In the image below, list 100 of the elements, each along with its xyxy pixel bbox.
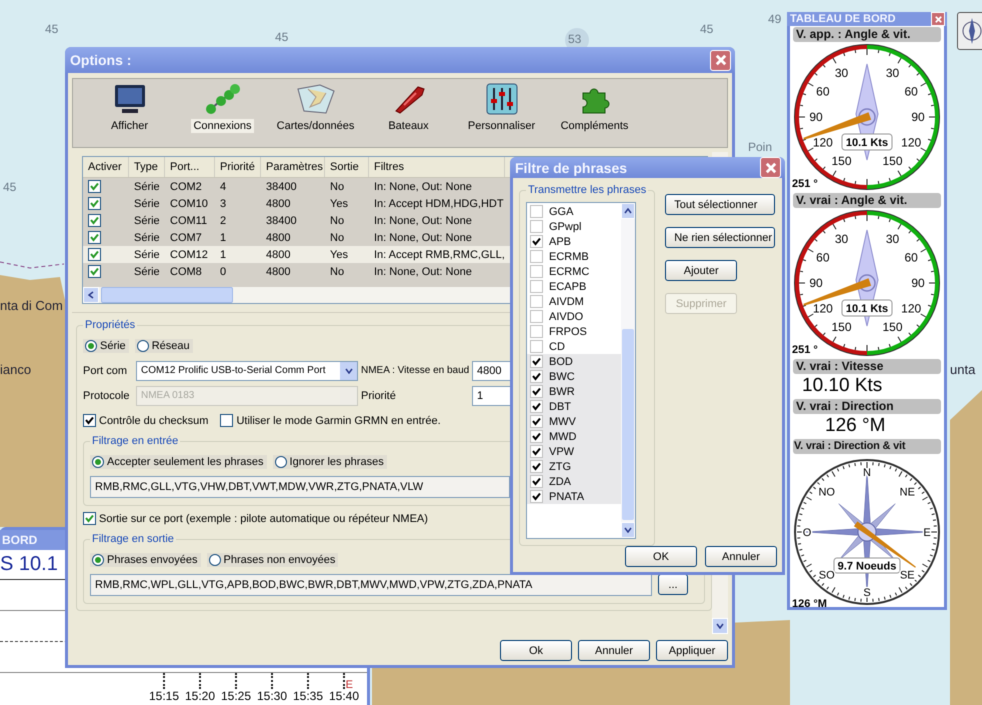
radio-option[interactable]: Série	[83, 338, 129, 352]
checkbox[interactable]	[88, 197, 101, 210]
category-tab[interactable]: Afficher	[83, 83, 176, 147]
column-header[interactable]: Filtres	[369, 157, 505, 177]
checkbox[interactable]	[530, 370, 543, 383]
sentence-field[interactable]: RMB,RMC,GLL,VTG,VHW,DBT,VWT,MDW,VWR,ZTG,PNATA,VLW	[90, 476, 510, 498]
sentence-item[interactable]: MWD	[527, 429, 621, 444]
sentence-item[interactable]: BWC	[527, 369, 621, 384]
field-label: Port com	[83, 364, 128, 376]
port-dropdown[interactable]: COM12 Prolific USB-to-Serial Comm Port	[136, 360, 358, 380]
checkbox[interactable]	[530, 265, 543, 278]
column-header[interactable]: Sortie	[325, 157, 369, 177]
sentence-item[interactable]: PNATA	[527, 489, 621, 504]
sentence-item[interactable]: GPwpl	[527, 219, 621, 234]
category-tab[interactable]: Compléments	[548, 83, 641, 147]
checkbox[interactable]	[83, 414, 96, 427]
checkbox[interactable]	[530, 400, 543, 413]
sentence-item[interactable]: ZTG	[527, 459, 621, 474]
table-cell-text: In: None, Out: None	[373, 180, 473, 192]
time-axis-label: 15:40	[328, 689, 360, 703]
sentence-item[interactable]: VPW	[527, 444, 621, 459]
checkbox[interactable]	[83, 512, 96, 525]
sentence-item[interactable]: DBT	[527, 399, 621, 414]
sentence-item[interactable]: CD	[527, 339, 621, 354]
checkbox[interactable]	[88, 214, 101, 227]
checkbox[interactable]	[530, 415, 543, 428]
column-header[interactable]: Paramètres	[261, 157, 325, 177]
dialog-button[interactable]: Ok	[500, 640, 572, 661]
checkbox[interactable]	[530, 235, 543, 248]
checkbox[interactable]	[88, 231, 101, 244]
browse-button[interactable]: ...	[658, 574, 688, 595]
sentence-item[interactable]: MWV	[527, 414, 621, 429]
radio-option[interactable]: Accepter seulement les phrases	[90, 454, 267, 468]
checkbox[interactable]	[530, 460, 543, 473]
radio-option[interactable]: Phrases envoyées	[90, 552, 200, 566]
radio-option[interactable]: Ignorer les phrases	[272, 454, 387, 468]
checkbox[interactable]	[530, 430, 543, 443]
checkbox[interactable]	[530, 220, 543, 233]
sentence-item[interactable]: GGA	[527, 204, 621, 219]
checkbox[interactable]	[530, 205, 543, 218]
sentence-field[interactable]: RMB,RMC,WPL,GLL,VTG,APB,BOD,BWC,BWR,DBT,MWV,MWD,VPW,ZTG,ZDA,PNATA	[90, 574, 652, 596]
radio-option[interactable]: Réseau	[134, 338, 193, 352]
close-icon	[714, 53, 728, 67]
vertical-scrollbar[interactable]	[621, 203, 635, 538]
dial-label: 150	[882, 154, 903, 168]
checkbox[interactable]	[530, 475, 543, 488]
sentence-item[interactable]: ECRMB	[527, 249, 621, 264]
checkbox[interactable]	[220, 414, 234, 427]
column-header[interactable]: Activer	[83, 157, 129, 177]
checkbox[interactable]	[530, 385, 543, 398]
sentence-item[interactable]: FRPOS	[527, 324, 621, 339]
close-button[interactable]	[931, 12, 945, 26]
dialog-button[interactable]: Appliquer	[656, 640, 728, 661]
action-button[interactable]: Tout sélectionner	[665, 194, 776, 215]
grid-tick	[271, 673, 273, 689]
dialog-button[interactable]: OK	[625, 546, 697, 567]
map-label: unta	[950, 362, 976, 377]
sentence-item[interactable]: ECAPB	[527, 279, 621, 294]
checkbox[interactable]	[530, 355, 543, 368]
sentence-item[interactable]: BOD	[527, 354, 621, 369]
sentence-item[interactable]: AIVDM	[527, 294, 621, 309]
column-header[interactable]: Priorité	[215, 157, 261, 177]
close-button[interactable]	[710, 50, 731, 70]
sentence-item[interactable]: ECRMC	[527, 264, 621, 279]
category-tab[interactable]: Connexions	[176, 83, 269, 147]
checkbox[interactable]	[530, 295, 543, 308]
sentence-item[interactable]: AIVDO	[527, 309, 621, 324]
checkbox[interactable]	[530, 490, 543, 503]
close-button[interactable]	[760, 157, 781, 178]
checkbox[interactable]	[88, 248, 101, 261]
category-tab[interactable]: Cartes/données	[269, 83, 362, 147]
radio-option[interactable]: Phrases non envoyées	[206, 552, 338, 566]
checkbox[interactable]	[530, 340, 543, 353]
column-header[interactable]: Port...	[165, 157, 215, 177]
category-tab[interactable]: Bateaux	[362, 83, 455, 147]
window-title: Filtre de phrases	[515, 160, 628, 176]
dial-label: 60	[816, 84, 830, 98]
action-button[interactable]: Ajouter	[665, 260, 738, 281]
dialog-button[interactable]: Annuler	[705, 546, 777, 567]
checkbox-label[interactable]: Contrôle du checksum	[83, 414, 208, 427]
field-label: NMEA : Vitesse en baud	[361, 365, 469, 376]
checkbox[interactable]	[530, 250, 543, 263]
dialog-button[interactable]: Annuler	[578, 640, 650, 661]
column-header[interactable]: Type	[129, 157, 165, 177]
sentence-item[interactable]: ZDA	[527, 474, 621, 489]
checkbox-label[interactable]: Utiliser le mode Garmin GRMN en entrée.	[220, 414, 441, 427]
checkbox[interactable]	[88, 265, 101, 278]
speed-value: S 10.1	[0, 553, 58, 575]
checkbox[interactable]	[530, 325, 543, 338]
checkbox-label[interactable]: Sortie sur ce port (exemple : pilote automatique ou répéteur NMEA)	[83, 512, 428, 525]
sentence-item[interactable]: BWR	[527, 384, 621, 399]
instrument-value: 10.10 Kts	[801, 374, 884, 398]
checkbox[interactable]	[530, 280, 543, 293]
checkbox[interactable]	[530, 445, 543, 458]
sentence-item[interactable]: APB	[527, 234, 621, 249]
category-tab[interactable]: Personnaliser	[455, 83, 548, 147]
checkbox[interactable]	[88, 180, 101, 193]
time-axis-label: 15:20	[184, 689, 216, 703]
checkbox[interactable]	[530, 310, 543, 323]
action-button[interactable]: Ne rien sélectionner	[665, 227, 776, 248]
